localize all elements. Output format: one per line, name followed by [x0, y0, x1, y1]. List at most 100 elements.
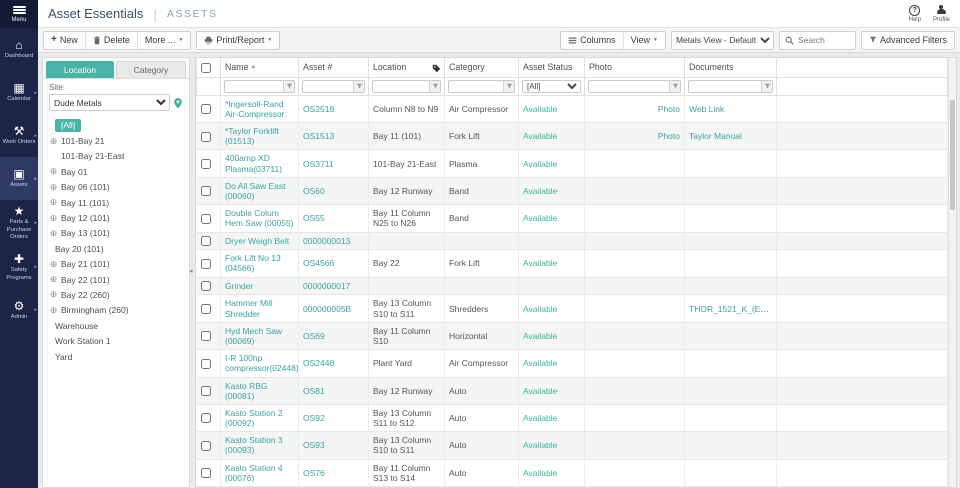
asset-number-link[interactable]: OS93: [303, 440, 325, 450]
expand-icon[interactable]: ⊕: [49, 228, 58, 238]
tree-item[interactable]: [All]: [49, 118, 185, 133]
more-button[interactable]: More ... ▼: [136, 31, 190, 49]
asset-name-link[interactable]: Kasto Station 2 (00092): [225, 408, 283, 428]
sidebar-item-assets[interactable]: ▣ Assets ▸: [0, 157, 38, 200]
advanced-filters-button[interactable]: Advanced Filters: [862, 32, 954, 49]
document-link[interactable]: Taylor Manual: [689, 131, 742, 141]
column-header-name[interactable]: Name ▲: [220, 58, 299, 78]
columns-button[interactable]: Columns: [561, 32, 623, 49]
filter-input-location[interactable]: [373, 80, 429, 92]
asset-name-link[interactable]: Hammer Mill Shredder: [225, 298, 273, 318]
row-checkbox[interactable]: [200, 131, 211, 142]
asset-name-link[interactable]: *Ingersoll-Rand Air-Compressor: [225, 99, 285, 119]
tree-item[interactable]: ⊕ Birmingham (260): [49, 303, 185, 318]
new-button[interactable]: + New: [44, 32, 85, 49]
tree-item[interactable]: ⊕ Bay 22 (260): [49, 287, 185, 302]
scrollbar-thumb[interactable]: [950, 100, 955, 210]
filter-input-category[interactable]: [449, 80, 503, 92]
tab-category[interactable]: Category: [116, 61, 186, 78]
asset-number-link[interactable]: OS69: [303, 331, 325, 341]
tree-item[interactable]: ⊕ Bay 21 (101): [49, 257, 185, 272]
filter-input-documents[interactable]: [689, 80, 761, 92]
asset-name-link[interactable]: Hyd Mech Saw (00069): [225, 326, 282, 346]
tree-item[interactable]: ⊕ 101-Bay 21: [49, 133, 185, 148]
tree-item[interactable]: ⊕ Bay 01: [49, 164, 185, 179]
help-button[interactable]: ? Help: [909, 4, 921, 23]
row-checkbox[interactable]: [200, 413, 211, 424]
filter-funnel-icon[interactable]: [283, 80, 294, 92]
asset-number-link[interactable]: OS81: [303, 386, 325, 396]
filter-funnel-icon[interactable]: [761, 80, 772, 92]
sidebar-item-dashboard[interactable]: ⌂ Dashboard: [0, 28, 38, 71]
asset-number-link[interactable]: 0000000017: [303, 281, 350, 291]
asset-number-link[interactable]: OS4566: [303, 258, 334, 268]
row-checkbox[interactable]: [200, 186, 211, 197]
expand-icon[interactable]: ⊕: [49, 213, 58, 223]
sidebar-item-parts-purchase-orders[interactable]: ★ Parts & Purchase Orders ▸: [0, 200, 38, 246]
asset-name-link[interactable]: Double Colum Hem Saw (00055): [225, 208, 294, 228]
column-header-status[interactable]: Asset Status: [518, 58, 585, 78]
expand-icon[interactable]: ⊕: [49, 290, 58, 299]
row-checkbox[interactable]: [200, 468, 211, 479]
tree-item[interactable]: Yard: [49, 349, 185, 364]
tree-item[interactable]: ⊕ Bay 12 (101): [49, 210, 185, 225]
filter-funnel-icon[interactable]: [669, 80, 680, 92]
delete-button[interactable]: Delete: [84, 31, 137, 49]
asset-number-link[interactable]: OS2518: [303, 104, 334, 114]
vertical-scrollbar[interactable]: [948, 58, 956, 487]
filter-funnel-icon[interactable]: [429, 80, 440, 92]
expand-icon[interactable]: ⊕: [49, 136, 58, 146]
column-header-photo[interactable]: Photo: [584, 58, 685, 78]
filter-input-photo[interactable]: [589, 80, 669, 92]
profile-button[interactable]: Profile: [933, 4, 950, 23]
column-header-category[interactable]: Category: [444, 58, 519, 78]
filter-funnel-icon[interactable]: [353, 80, 364, 92]
asset-number-link[interactable]: OS1513: [303, 131, 334, 141]
expand-icon[interactable]: ⊕: [49, 167, 58, 176]
expand-icon[interactable]: ⊕: [49, 198, 58, 207]
asset-name-link[interactable]: Dryer Weigh Belt: [225, 236, 289, 246]
filter-input-name[interactable]: [225, 80, 283, 92]
sidebar-item-work-orders[interactable]: ⚒ Work Orders ▸: [0, 114, 38, 157]
tree-item[interactable]: Warehouse: [49, 318, 185, 333]
sidebar-item-calendar[interactable]: ▦ Calendar ▸: [0, 71, 38, 114]
asset-name-link[interactable]: Kasto Station 4 (00076): [225, 463, 283, 483]
column-header-asset[interactable]: Asset #: [298, 58, 369, 78]
tree-item[interactable]: ⊕ Bay 22 (101): [49, 272, 185, 287]
menu-button[interactable]: Menu: [0, 0, 38, 28]
filter-input-asset[interactable]: [303, 80, 353, 92]
expand-icon[interactable]: ⊕: [49, 275, 58, 284]
asset-name-link[interactable]: 400amp XD Plasma(03711): [225, 153, 282, 173]
tree-item[interactable]: ⊕ Bay 13 (101): [49, 226, 185, 241]
panel-collapse-handle[interactable]: ◂: [189, 267, 193, 275]
column-header-documents[interactable]: Documents: [684, 58, 777, 78]
row-checkbox[interactable]: [200, 158, 211, 169]
row-checkbox[interactable]: [200, 386, 211, 397]
saved-view-select[interactable]: Metals View - Default: [670, 30, 774, 50]
row-checkbox[interactable]: [200, 236, 211, 247]
asset-name-link[interactable]: I-R 100hp compressor(02448): [225, 353, 298, 373]
asset-number-link[interactable]: 0000000013: [303, 236, 350, 246]
photo-link[interactable]: Photo: [658, 104, 680, 114]
tree-item[interactable]: 101-Bay 21-East: [49, 149, 185, 164]
document-link[interactable]: Web Link: [689, 104, 724, 114]
column-header-location[interactable]: Location: [368, 58, 445, 78]
asset-name-link[interactable]: *Taylor Forklift (01513): [225, 126, 279, 146]
tab-location[interactable]: Location: [46, 61, 114, 78]
asset-name-link[interactable]: Kasto RBG (00081): [225, 381, 268, 401]
row-checkbox[interactable]: [200, 440, 211, 451]
asset-name-link[interactable]: Kasto Station 3 (00093): [225, 435, 283, 455]
expand-icon[interactable]: ⊕: [49, 259, 58, 269]
row-checkbox[interactable]: [200, 258, 211, 269]
site-select[interactable]: Dude Metals: [49, 94, 170, 111]
map-pin-icon[interactable]: [173, 97, 183, 109]
tree-item[interactable]: Bay 20 (101): [49, 241, 185, 256]
row-checkbox[interactable]: [200, 303, 211, 314]
sidebar-item-admin[interactable]: ⚙ Admin ▸: [0, 289, 38, 332]
asset-name-link[interactable]: Fork Lift No 13 (04566): [225, 253, 281, 273]
search-input[interactable]: [797, 35, 850, 45]
filter-status-select[interactable]: [All]: [522, 79, 581, 93]
document-link[interactable]: THOR_1521_K_(EUROPA).pdf: [689, 304, 776, 314]
asset-name-link[interactable]: Grinder: [225, 281, 253, 291]
filter-funnel-icon[interactable]: [503, 80, 514, 92]
